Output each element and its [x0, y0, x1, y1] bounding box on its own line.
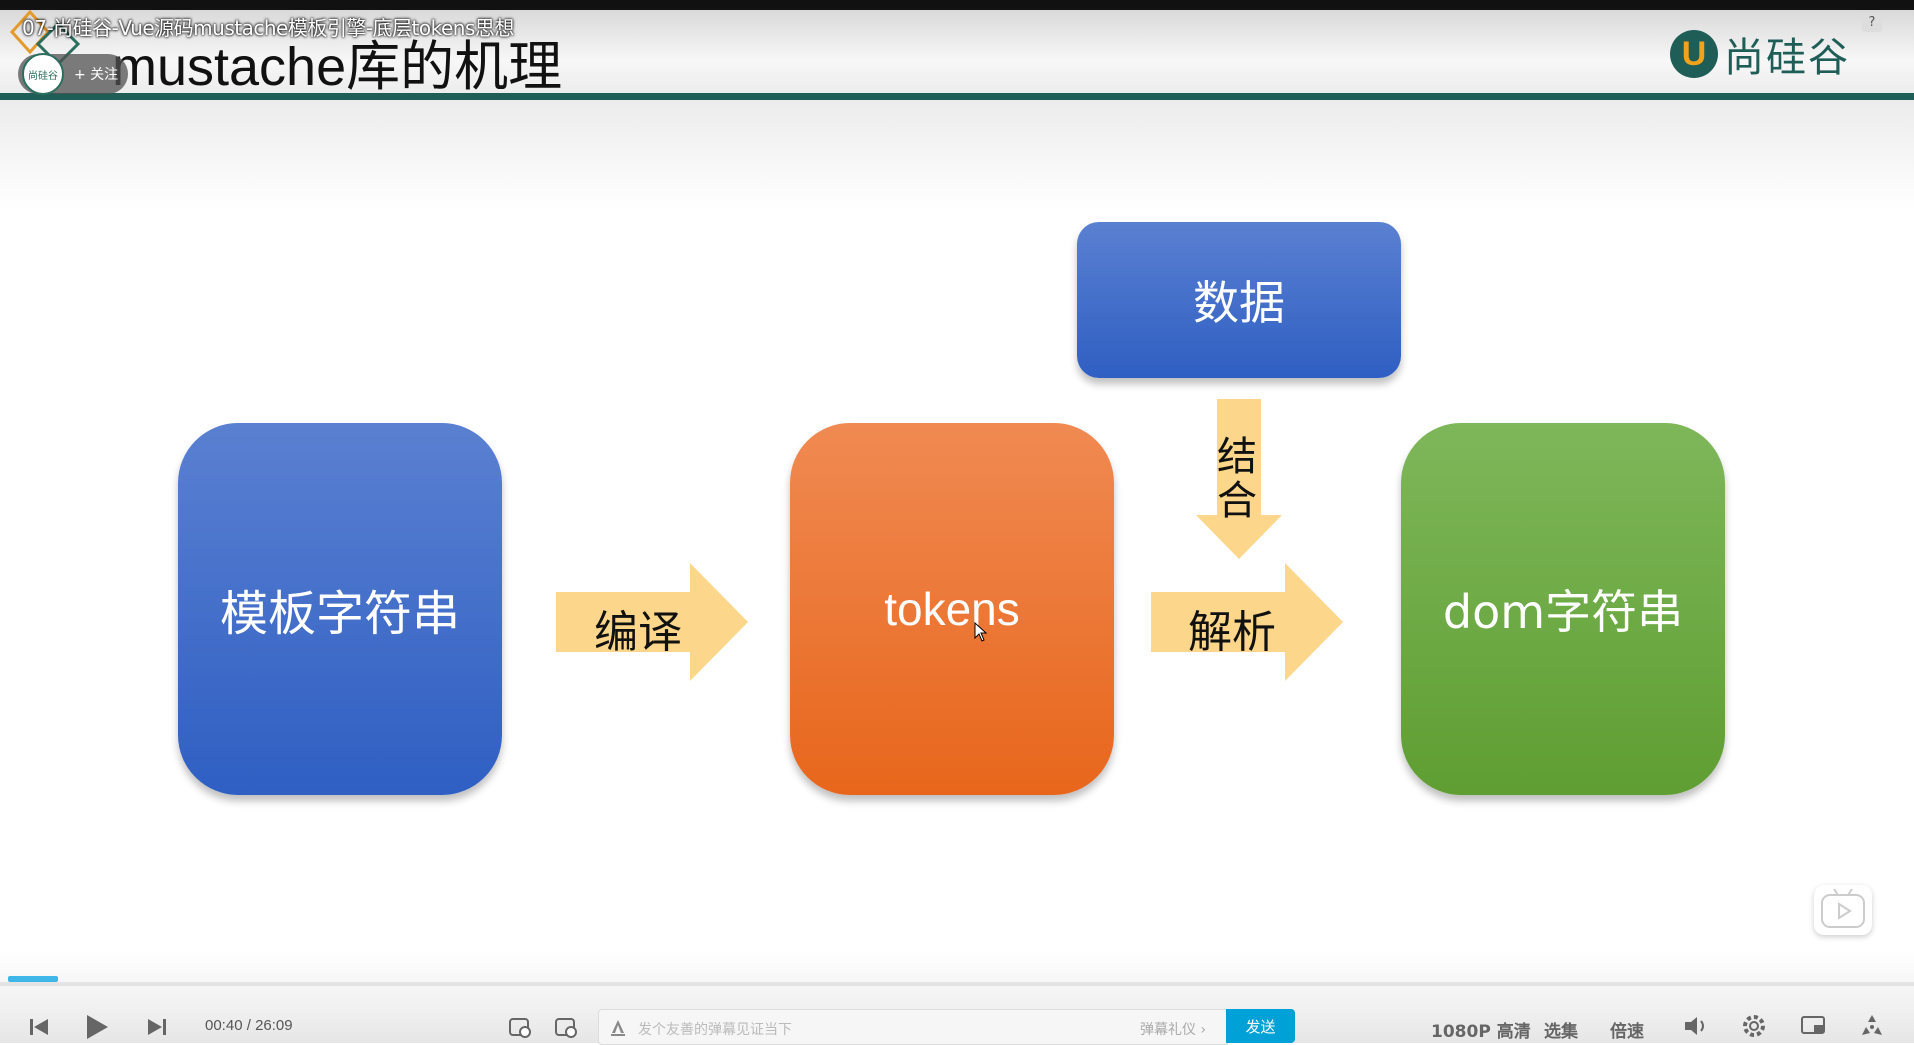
brand-logo-icon: U: [1670, 30, 1718, 78]
help-icon[interactable]: ?: [1862, 14, 1882, 32]
play-button[interactable]: [84, 1013, 110, 1041]
follow-chip[interactable]: 尚硅谷 + 关注: [18, 53, 128, 95]
quality-button[interactable]: 1080P 高清: [1431, 1017, 1531, 1042]
progress-fill[interactable]: [8, 976, 58, 982]
data-box: 数据: [1077, 222, 1401, 378]
fullscreen-icon[interactable]: [1858, 1013, 1886, 1039]
data-label: 数据: [1193, 276, 1285, 330]
danmaku-settings-icon[interactable]: [554, 1015, 578, 1039]
channel-avatar[interactable]: 尚硅谷: [22, 53, 64, 95]
dom-string-box: dom字符串: [1401, 423, 1725, 795]
bilibili-tv-icon[interactable]: [1814, 885, 1872, 935]
combine-label-2: 合: [1217, 478, 1257, 524]
episodes-button[interactable]: 选集: [1544, 1017, 1578, 1042]
mouse-cursor-icon: [974, 622, 988, 642]
previous-icon[interactable]: [28, 1016, 50, 1038]
volume-icon[interactable]: [1683, 1014, 1709, 1038]
time-display: 00:40 / 26:09: [205, 1017, 293, 1034]
follow-button[interactable]: + 关注: [74, 64, 118, 84]
speed-button[interactable]: 倍速: [1610, 1017, 1644, 1042]
template-string-label: 模板字符串: [219, 586, 460, 642]
danmaku-placeholder: 发个友善的弹幕见证当下: [638, 1022, 792, 1038]
video-title: 07-尚硅谷-Vue源码mustache模板引擎-底层tokens思想: [22, 16, 514, 40]
picture-in-picture-icon[interactable]: [1800, 1014, 1828, 1038]
danmaku-toggle-icon[interactable]: [508, 1015, 532, 1039]
tokens-box: tokens: [790, 423, 1114, 795]
current-time: 00:40: [205, 1017, 243, 1034]
settings-gear-icon[interactable]: [1741, 1013, 1767, 1039]
play-icon: [1821, 888, 1865, 928]
parse-label: 解析: [1188, 607, 1276, 658]
duration: 26:09: [255, 1017, 293, 1034]
top-edge: [0, 0, 1914, 10]
tokens-label: tokens: [884, 583, 1020, 635]
brand-logo: U 尚硅谷: [1670, 26, 1850, 82]
send-button[interactable]: 发送: [1226, 1009, 1295, 1043]
progress-bar[interactable]: [0, 982, 1914, 986]
text-style-icon[interactable]: [610, 1018, 626, 1036]
compile-label: 编译: [594, 607, 682, 658]
template-string-box: 模板字符串: [178, 423, 502, 795]
dom-string-label: dom字符串: [1442, 585, 1684, 639]
time-separator: /: [246, 1017, 251, 1034]
danmaku-etiquette-link[interactable]: 弹幕礼仪 ›: [1140, 1019, 1206, 1039]
brand-logo-text: 尚硅谷: [1724, 35, 1850, 81]
next-icon[interactable]: [146, 1016, 168, 1038]
